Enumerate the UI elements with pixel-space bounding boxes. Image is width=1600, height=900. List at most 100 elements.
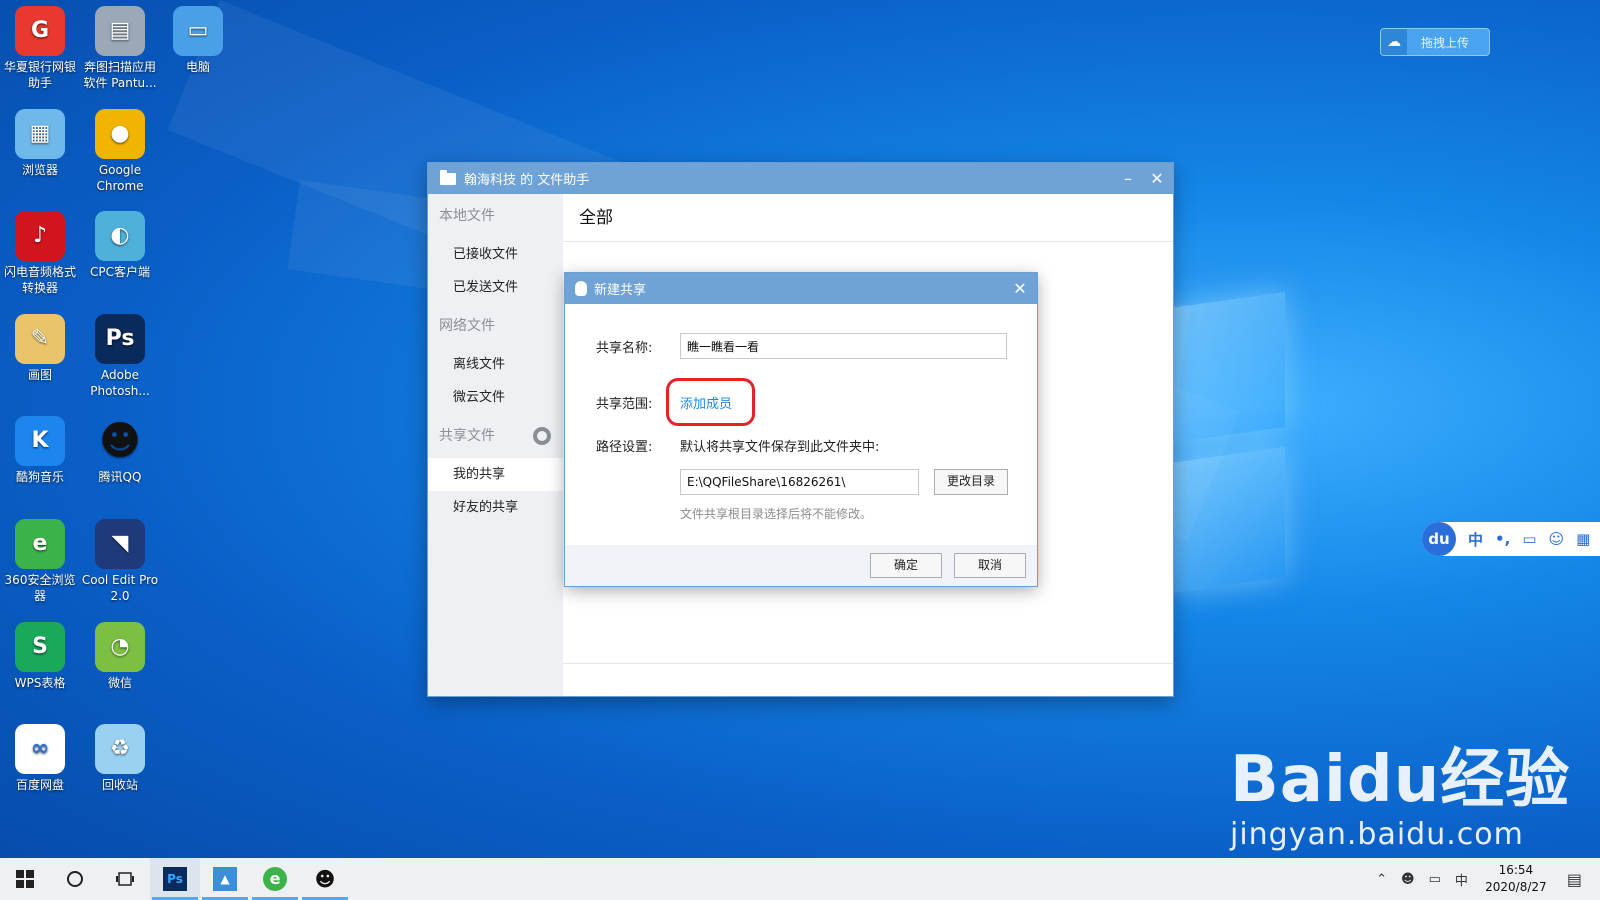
desktop-icon[interactable]: G 华夏银行网银助手 (0, 6, 80, 91)
gear-icon[interactable] (533, 427, 551, 445)
desktop-icon[interactable]: ✎ 画图 (0, 314, 80, 383)
app-icon: ● (95, 109, 145, 159)
ime-lang-toggle[interactable]: 中 (1468, 529, 1483, 550)
desktop-icon-label: 电脑 (185, 60, 210, 74)
task-view-button[interactable] (100, 858, 150, 900)
app-icon: ▤ (95, 6, 145, 56)
desktop-icon[interactable]: ♻ 回收站 (80, 724, 160, 793)
app-icon: ◥ (95, 519, 145, 569)
sidebar-item-friend-share[interactable]: 好友的共享 (428, 491, 563, 524)
sidebar-item-my-share[interactable]: 我的共享 (428, 458, 563, 491)
watermark-brand: Bai (1230, 743, 1347, 817)
baidu-ime-logo[interactable]: du (1422, 522, 1456, 556)
dialog-footer: 确定 取消 (565, 545, 1037, 586)
ok-button[interactable]: 确定 (870, 553, 942, 578)
sidebar-item-weiyun[interactable]: 微云文件 (428, 381, 563, 414)
desktop-icon-label: 画图 (27, 368, 52, 382)
ime-menu-icon[interactable]: ▦ (1576, 530, 1590, 548)
dialog-close-button[interactable]: ✕ (1007, 273, 1033, 304)
share-name-input[interactable] (680, 333, 1007, 359)
change-directory-button[interactable]: 更改目录 (934, 469, 1008, 495)
network-icon[interactable]: ▭ (1429, 872, 1441, 887)
chevron-up-icon[interactable]: ⌃ (1376, 872, 1387, 887)
new-share-dialog: 新建共享 ✕ 共享名称: 共享范围: 添加成员 路径设置: 默认将共享文件保存到… (565, 273, 1037, 586)
desktop-icon[interactable]: ◔ 微信 (80, 622, 160, 691)
taskbar-qq[interactable]: ☻ (300, 858, 350, 900)
sidebar-item-sent[interactable]: 已发送文件 (428, 271, 563, 304)
qq-tray-icon[interactable]: ☻ (1401, 872, 1415, 887)
share-path-input[interactable] (680, 469, 919, 495)
desktop-icon-label: 华夏银行网银助手 (3, 60, 76, 90)
desktop-icon[interactable]: ♪ 闪电音频格式转换器 (0, 211, 80, 296)
desktop-icon[interactable]: ◐ CPC客户端 (80, 211, 160, 280)
sidebar-header-share-label: 共享文件 (439, 428, 495, 444)
desktop-icon[interactable]: ☻ 腾讯QQ (80, 416, 160, 485)
desktop-icon-label: Adobe Photosh... (90, 368, 150, 398)
windows-start-icon (16, 870, 34, 888)
ime-keyboard-icon[interactable]: ▭ (1522, 530, 1536, 548)
desktop-icon[interactable]: ▭ 电脑 (158, 6, 238, 75)
app-icon: ◐ (95, 211, 145, 261)
desktop-icon-label: 酷狗音乐 (15, 470, 64, 484)
desktop-icon[interactable]: ▤ 奔图扫描应用软件 Pantu... (80, 6, 160, 91)
sidebar-item-offline[interactable]: 离线文件 (428, 348, 563, 381)
search-button[interactable] (50, 858, 100, 900)
desktop-icon[interactable]: ∞ 百度网盘 (0, 724, 80, 793)
close-button[interactable]: ✕ (1142, 163, 1172, 194)
desktop-icon[interactable]: ◥ Cool Edit Pro 2.0 (80, 519, 160, 604)
photoshop-icon: Ps (163, 867, 187, 891)
path-hint: 文件共享根目录选择后将不能修改。 (680, 507, 873, 521)
clock[interactable]: 16:54 2020/8/27 (1475, 862, 1557, 896)
notification-icon[interactable]: ▤ (1567, 870, 1582, 889)
desktop-icon[interactable]: e 360安全浏览器 (0, 519, 80, 604)
baidu-jingyan-watermark: Baidu经验 jingyan.baidu.com (1230, 745, 1570, 852)
taskbar-photoshop[interactable]: Ps (150, 858, 200, 900)
share-scope-label: 共享范围: (596, 397, 653, 412)
app-icon: G (15, 6, 65, 56)
sidebar-header-share: 共享文件 (428, 414, 563, 458)
qq-penguin-icon: ☻ (314, 867, 336, 891)
upload-label: 拖拽上传 (1421, 35, 1470, 50)
share-name-label: 共享名称: (596, 341, 653, 356)
app-icon: ∞ (15, 724, 65, 774)
cancel-button[interactable]: 取消 (954, 553, 1026, 578)
watermark-suffix: 经验 (1440, 743, 1571, 817)
app-icon: ☻ (99, 418, 141, 464)
sidebar-item-received[interactable]: 已接收文件 (428, 238, 563, 271)
desktop-icon-label: 浏览器 (21, 163, 58, 177)
path-description: 默认将共享文件保存到此文件夹中: (680, 440, 880, 455)
start-button[interactable] (0, 858, 50, 900)
taskbar: Ps ▲ e ☻ ⌃ ☻ ▭ 中 16:54 2020/8/27 ▤ (0, 858, 1600, 900)
taskbar-360-browser[interactable]: e (250, 858, 300, 900)
browser-360-icon: e (263, 867, 287, 891)
desktop-icon-label: 微信 (107, 676, 132, 690)
qq-penguin-icon (575, 281, 587, 296)
content-footer (563, 663, 1173, 696)
window-titlebar[interactable]: 翰海科技 的 文件助手 (428, 163, 1173, 194)
app-icon: ▦ (15, 109, 65, 159)
photos-icon: ▲ (213, 867, 237, 891)
desktop-icon[interactable]: ▦ 浏览器 (0, 109, 80, 178)
desktop-icon-label: 奔图扫描应用软件 Pantu... (83, 60, 157, 90)
desktop-icon[interactable]: K 酷狗音乐 (0, 416, 80, 485)
app-icon: e (15, 519, 65, 569)
app-icon: K (15, 416, 65, 466)
sidebar: 本地文件 已接收文件 已发送文件 网络文件 离线文件 微云文件 共享文件 我的共… (428, 194, 563, 696)
ime-user-icon[interactable]: ☺ (1549, 530, 1565, 548)
desktop-icon-label: 腾讯QQ (98, 470, 142, 484)
app-icon: ◔ (95, 622, 145, 672)
ime-punct-toggle[interactable]: •, (1495, 530, 1510, 548)
app-icon: Ps (95, 314, 145, 364)
desktop-icon[interactable]: S WPS表格 (0, 622, 80, 691)
taskbar-photos[interactable]: ▲ (200, 858, 250, 900)
dialog-titlebar[interactable]: 新建共享 (565, 273, 1037, 304)
desktop-icon-label: Google Chrome (96, 163, 144, 193)
baidu-upload-widget[interactable]: ☁ 拖拽上传 (1381, 29, 1489, 55)
watermark-paw-du: du (1346, 743, 1441, 817)
desktop-icon[interactable]: Ps Adobe Photosh... (80, 314, 160, 399)
content-title: 全部 (563, 194, 1173, 242)
desktop-icon[interactable]: ● Google Chrome (80, 109, 160, 194)
tray-ime-lang[interactable]: 中 (1455, 870, 1468, 889)
minimize-button[interactable]: – (1113, 163, 1143, 194)
ime-toolbar: du 中 •, ▭ ☺ ▦ (1422, 522, 1600, 556)
